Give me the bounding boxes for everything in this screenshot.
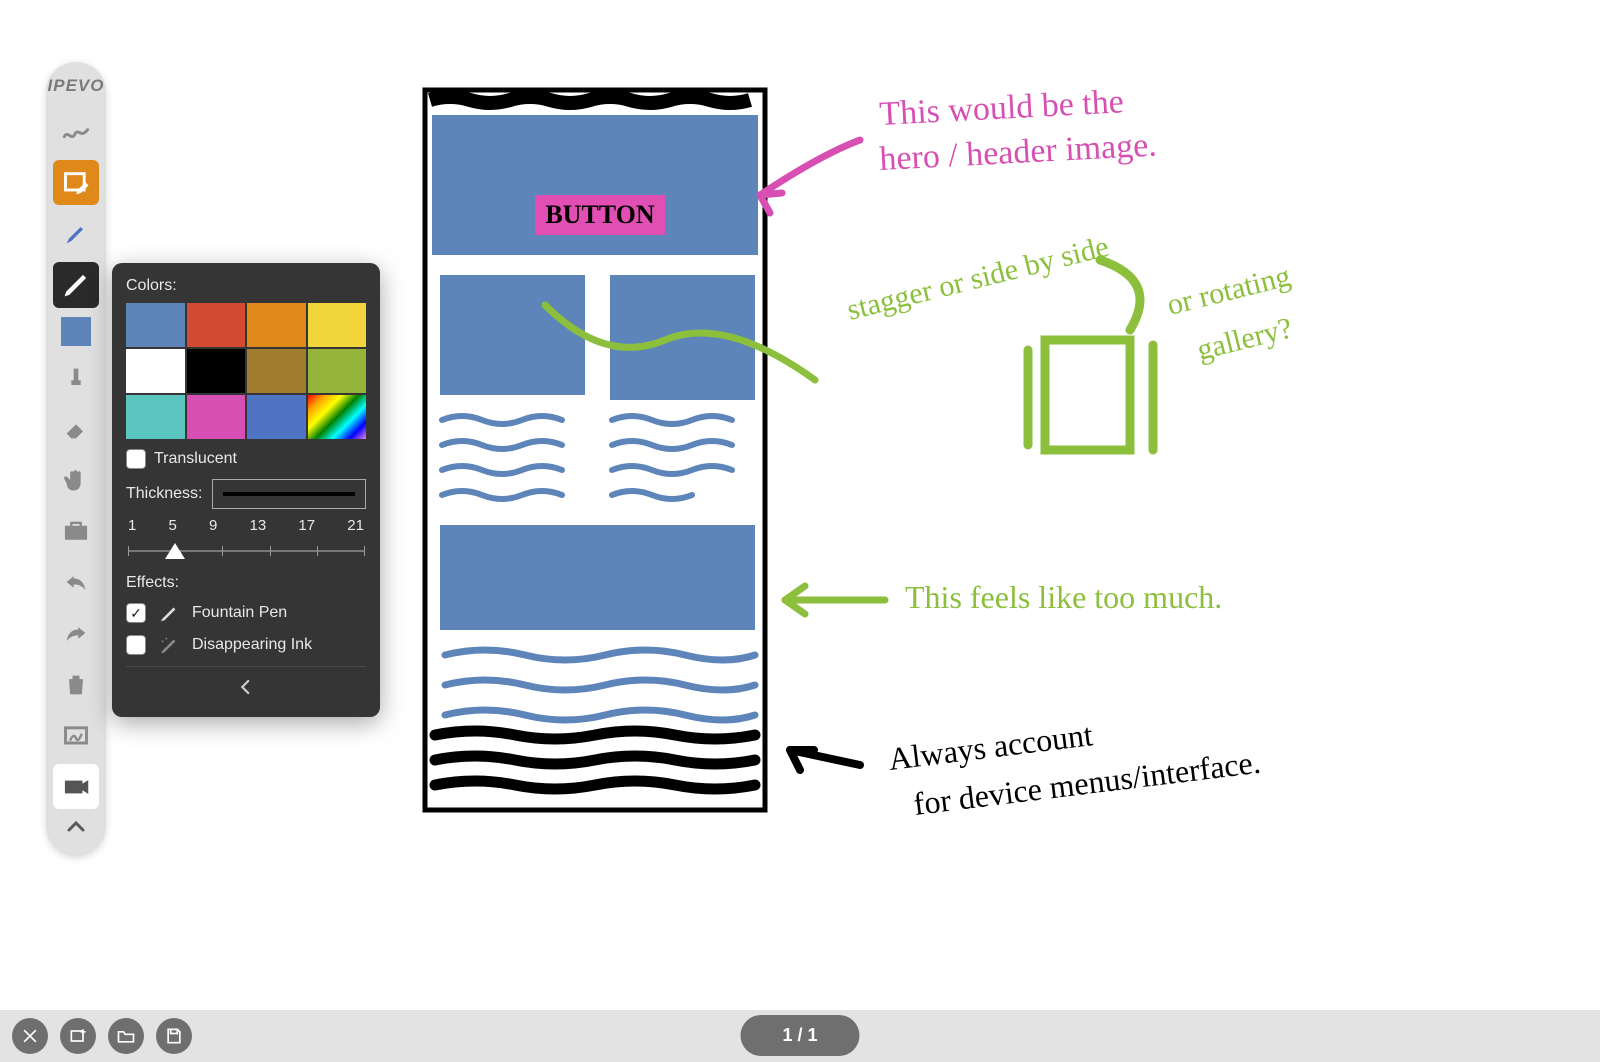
hand-icon xyxy=(62,466,90,494)
eraser-tool[interactable] xyxy=(53,406,99,451)
freehand-tool[interactable] xyxy=(53,109,99,154)
camera-icon xyxy=(62,773,90,801)
thickness-preview xyxy=(212,479,366,509)
shape-tool[interactable] xyxy=(53,160,99,205)
new-board-button[interactable] xyxy=(60,1018,96,1054)
effect-fountain-pen[interactable]: ✓ Fountain Pen xyxy=(126,602,366,624)
undo-button[interactable] xyxy=(53,560,99,605)
redo-button[interactable] xyxy=(53,611,99,656)
open-button[interactable] xyxy=(108,1018,144,1054)
translucent-row[interactable]: Translucent xyxy=(126,449,366,469)
color-indigo[interactable] xyxy=(247,395,306,439)
annotation-hero-1: This would be the xyxy=(878,83,1124,133)
effect-disappearing-ink[interactable]: Disappearing Ink xyxy=(126,634,366,656)
save-button[interactable] xyxy=(156,1018,192,1054)
annotation-gallery-1: or rotating xyxy=(1164,259,1294,321)
color-teal[interactable] xyxy=(126,395,185,439)
thickness-label: Thickness: xyxy=(126,485,202,503)
folder-icon xyxy=(116,1026,136,1046)
color-blue[interactable] xyxy=(126,303,185,347)
color-pink[interactable] xyxy=(187,395,246,439)
stamp-icon xyxy=(62,364,90,392)
pen-tool[interactable] xyxy=(53,262,99,307)
annotation-stagger: stagger or side by side xyxy=(844,230,1112,327)
color-white[interactable] xyxy=(126,349,185,393)
marker-icon xyxy=(62,220,90,248)
fountain-pen-icon xyxy=(158,602,180,624)
highlighter-tool[interactable] xyxy=(53,211,99,256)
color-green[interactable] xyxy=(308,349,367,393)
wireframe-button: BUTTON xyxy=(545,200,655,229)
chevron-up-icon xyxy=(64,815,88,839)
sketch-svg: BUTTON xyxy=(360,70,1560,990)
camera-tool[interactable] xyxy=(53,764,99,809)
eraser-icon xyxy=(62,415,90,443)
redo-icon xyxy=(62,619,90,647)
bottom-bar: 1 / 1 xyxy=(0,1010,1600,1062)
color-brown[interactable] xyxy=(247,349,306,393)
color-picker[interactable] xyxy=(308,395,367,439)
thickness-tick-labels: 1 5 9 13 17 21 xyxy=(128,517,364,534)
effects-heading: Effects: xyxy=(126,574,366,592)
brand-label: IPEVO xyxy=(48,76,105,96)
annotation-hero-2: hero / header image. xyxy=(878,127,1157,178)
current-color-swatch[interactable] xyxy=(61,317,91,346)
rectangle-pen-icon xyxy=(62,169,90,197)
close-button[interactable] xyxy=(12,1018,48,1054)
annotation-gallery-2: gallery? xyxy=(1194,311,1296,366)
close-icon xyxy=(20,1026,40,1046)
trash-button[interactable] xyxy=(53,662,99,707)
pen-settings-panel: Colors: Translucent Thickness: 1 5 9 13 … xyxy=(112,263,380,717)
board-icon xyxy=(62,722,90,750)
annotation-too-much: This feels like too much. xyxy=(905,579,1222,615)
page-indicator[interactable]: 1 / 1 xyxy=(740,1015,859,1056)
trash-icon xyxy=(62,671,90,699)
new-board-icon xyxy=(68,1026,88,1046)
pen-icon xyxy=(62,271,90,299)
toolbox-tool[interactable] xyxy=(53,509,99,554)
hand-tool[interactable] xyxy=(53,457,99,502)
whiteboard-canvas[interactable]: BUTTON xyxy=(360,70,1560,992)
board-tool[interactable] xyxy=(53,713,99,758)
save-icon xyxy=(164,1026,184,1046)
color-black[interactable] xyxy=(187,349,246,393)
fountain-pen-checkbox[interactable]: ✓ xyxy=(126,603,146,623)
thickness-slider[interactable] xyxy=(128,538,364,564)
color-palette xyxy=(126,303,366,439)
toolbox-icon xyxy=(62,517,90,545)
colors-heading: Colors: xyxy=(126,277,366,295)
color-yellow[interactable] xyxy=(308,303,367,347)
translucent-checkbox[interactable] xyxy=(126,449,146,469)
color-red[interactable] xyxy=(187,303,246,347)
collapse-toolbar-button[interactable] xyxy=(53,813,99,842)
chevron-left-icon xyxy=(237,678,255,696)
scribble-icon xyxy=(62,118,90,146)
disappearing-ink-checkbox[interactable] xyxy=(126,635,146,655)
disappearing-ink-label: Disappearing Ink xyxy=(192,636,312,654)
fountain-pen-label: Fountain Pen xyxy=(192,604,287,622)
panel-back-button[interactable] xyxy=(126,666,366,707)
thickness-thumb[interactable] xyxy=(165,543,185,559)
main-toolbar: IPEVO xyxy=(46,62,106,856)
translucent-label: Translucent xyxy=(154,450,237,468)
disappearing-ink-icon xyxy=(158,634,180,656)
undo-icon xyxy=(62,568,90,596)
stamp-tool[interactable] xyxy=(53,355,99,400)
color-orange[interactable] xyxy=(247,303,306,347)
